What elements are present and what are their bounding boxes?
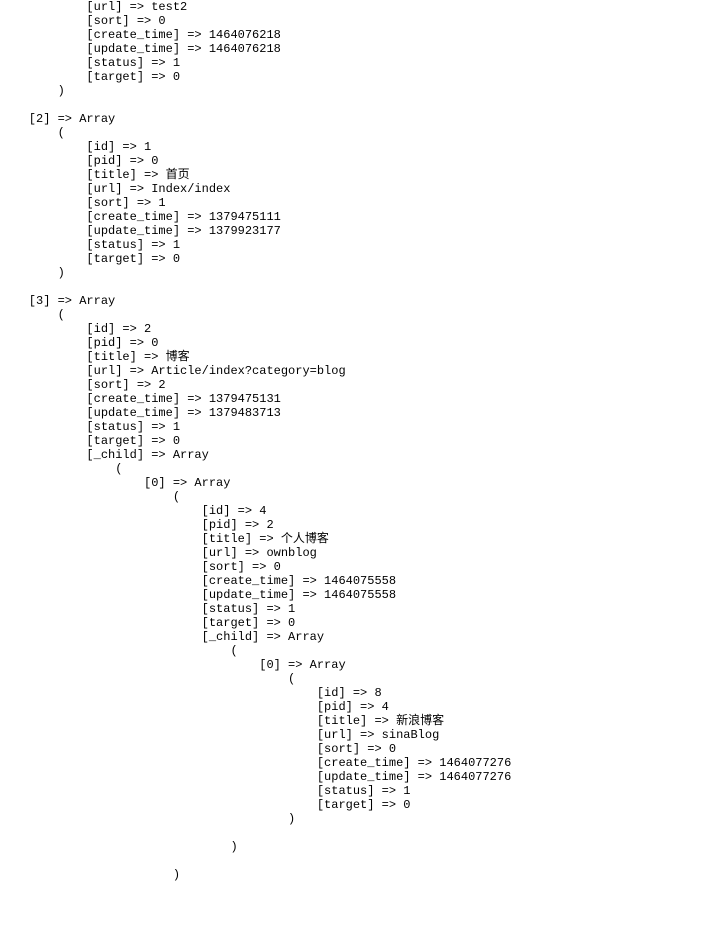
array-dump-output: [url] => test2 [sort] => 0 [create_time]… — [0, 0, 713, 882]
